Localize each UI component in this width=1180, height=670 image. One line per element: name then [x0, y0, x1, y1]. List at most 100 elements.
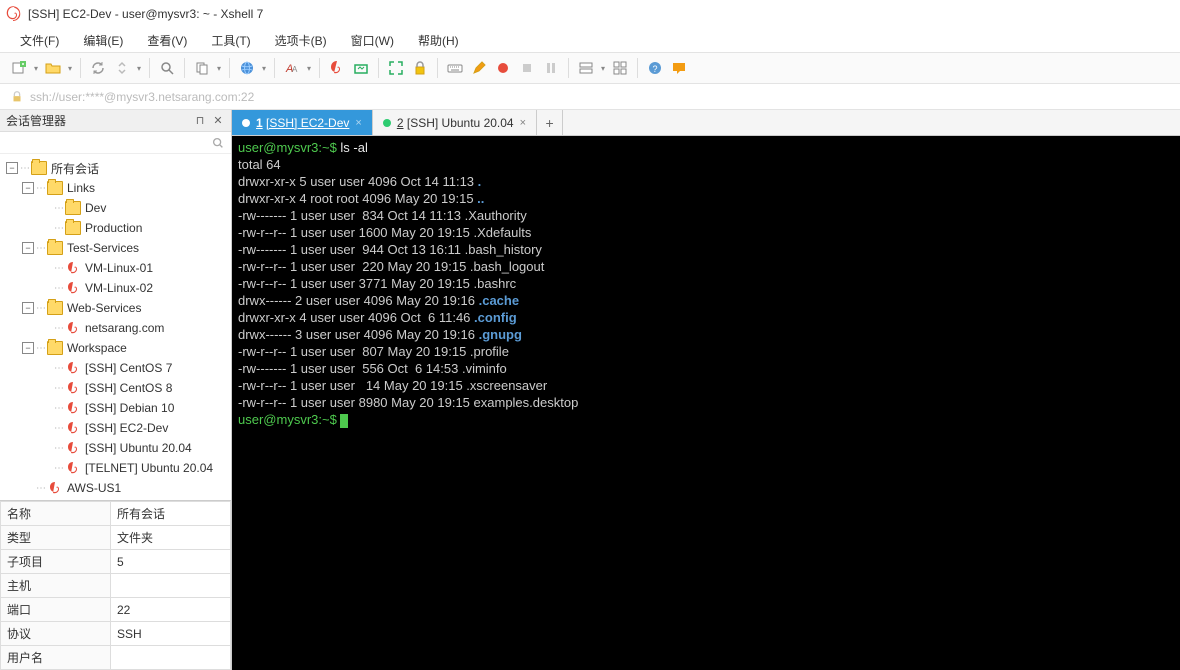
- lock-icon[interactable]: [409, 57, 431, 79]
- tile-grid-icon[interactable]: [609, 57, 631, 79]
- new-session-icon[interactable]: [8, 57, 30, 79]
- dropdown-icon[interactable]: ▾: [305, 64, 313, 73]
- tree-item[interactable]: ⋯[SSH] CentOS 8: [0, 378, 231, 398]
- keyboard-icon[interactable]: [444, 57, 466, 79]
- pin-icon[interactable]: ⊓: [193, 114, 207, 128]
- tab-ec2-dev[interactable]: 1 [SSH] EC2-Dev ×: [232, 110, 373, 135]
- xshell-icon[interactable]: [326, 57, 348, 79]
- prop-value: 22: [111, 598, 231, 622]
- folder-icon: [31, 161, 47, 175]
- tile-horizontal-icon[interactable]: [575, 57, 597, 79]
- tree-root[interactable]: −⋯所有会话: [0, 158, 231, 178]
- toolbar: ▾ ▾ ▾ ▾ ▾ AA ▾ ▾ ?: [0, 52, 1180, 84]
- close-tab-icon[interactable]: ×: [520, 117, 526, 129]
- tree-folder-web[interactable]: −⋯Web-Services: [0, 298, 231, 318]
- svg-text:A: A: [292, 65, 298, 74]
- tree-item[interactable]: ⋯Production: [0, 218, 231, 238]
- dropdown-icon[interactable]: ▾: [599, 64, 607, 73]
- status-dot-icon: [242, 119, 250, 127]
- prop-value: 5: [111, 550, 231, 574]
- tree-item[interactable]: ⋯[SSH] Debian 10: [0, 398, 231, 418]
- search-icon: [211, 136, 225, 150]
- folder-icon: [47, 241, 63, 255]
- globe-icon[interactable]: [236, 57, 258, 79]
- menu-file[interactable]: 文件(F): [10, 30, 69, 51]
- dropdown-icon[interactable]: ▾: [32, 64, 40, 73]
- menu-help[interactable]: 帮助(H): [408, 30, 469, 51]
- tree-item-aws[interactable]: ⋯AWS-US1: [0, 478, 231, 498]
- tree-item[interactable]: ⋯[SSH] Ubuntu 20.04: [0, 438, 231, 458]
- open-folder-icon[interactable]: [42, 57, 64, 79]
- prop-label: 端口: [1, 598, 111, 622]
- dropdown-icon[interactable]: ▾: [135, 64, 143, 73]
- sidebar-search[interactable]: [0, 132, 231, 154]
- terminal[interactable]: user@mysvr3:~$ ls -al total 64 drwxr-xr-…: [232, 136, 1180, 670]
- prop-value: 所有会话: [111, 502, 231, 526]
- session-icon: [65, 440, 81, 456]
- menu-tabs[interactable]: 选项卡(B): [265, 30, 337, 51]
- folder-icon: [47, 301, 63, 315]
- address-bar[interactable]: ssh://user:****@mysvr3.netsarang.com:22: [0, 84, 1180, 110]
- tree-item[interactable]: ⋯[TELNET] Ubuntu 20.04: [0, 458, 231, 478]
- xftp-icon[interactable]: [350, 57, 372, 79]
- tab-ubuntu[interactable]: 2 [SSH] Ubuntu 20.04 ×: [373, 110, 537, 135]
- feedback-icon[interactable]: [668, 57, 690, 79]
- session-icon: [65, 320, 81, 336]
- dropdown-icon[interactable]: ▾: [260, 64, 268, 73]
- tree-item[interactable]: ⋯[SSH] EC2-Dev: [0, 418, 231, 438]
- menu-view[interactable]: 查看(V): [137, 30, 197, 51]
- close-icon[interactable]: ✕: [211, 114, 225, 128]
- session-manager-sidebar: 会话管理器 ⊓ ✕ −⋯所有会话 −⋯Links ⋯Dev ⋯Productio…: [0, 110, 232, 670]
- menu-tools[interactable]: 工具(T): [201, 30, 260, 51]
- tree-folder-test[interactable]: −⋯Test-Services: [0, 238, 231, 258]
- menu-edit[interactable]: 编辑(E): [73, 30, 133, 51]
- sidebar-header: 会话管理器 ⊓ ✕: [0, 110, 231, 132]
- tree-item[interactable]: ⋯netsarang.com: [0, 318, 231, 338]
- dropdown-icon[interactable]: ▾: [215, 64, 223, 73]
- menu-bar: 文件(F) 编辑(E) 查看(V) 工具(T) 选项卡(B) 窗口(W) 帮助(…: [0, 28, 1180, 52]
- session-icon: [65, 380, 81, 396]
- copy-icon[interactable]: [191, 57, 213, 79]
- tree-item[interactable]: ⋯VM-Linux-01: [0, 258, 231, 278]
- font-icon[interactable]: AA: [281, 57, 303, 79]
- properties-grid: 名称所有会话 类型文件夹 子项目5 主机 端口22 协议SSH 用户名: [0, 500, 231, 670]
- highlight-icon[interactable]: [468, 57, 490, 79]
- tree-folder-links[interactable]: −⋯Links: [0, 178, 231, 198]
- help-icon[interactable]: ?: [644, 57, 666, 79]
- menu-window[interactable]: 窗口(W): [341, 30, 404, 51]
- collapse-icon[interactable]: −: [22, 242, 34, 254]
- reconnect-icon[interactable]: [87, 57, 109, 79]
- collapse-icon[interactable]: −: [6, 162, 18, 174]
- session-icon: [47, 480, 63, 496]
- fullscreen-icon[interactable]: [385, 57, 407, 79]
- stop-icon[interactable]: [516, 57, 538, 79]
- folder-icon: [47, 341, 63, 355]
- content-area: 1 [SSH] EC2-Dev × 2 [SSH] Ubuntu 20.04 ×…: [232, 110, 1180, 670]
- close-tab-icon[interactable]: ×: [355, 117, 361, 129]
- tree-item[interactable]: ⋯[SSH] CentOS 7: [0, 358, 231, 378]
- collapse-icon[interactable]: −: [22, 182, 34, 194]
- app-icon: [6, 6, 22, 22]
- collapse-icon[interactable]: −: [22, 342, 34, 354]
- tree-item[interactable]: ⋯Dev: [0, 198, 231, 218]
- pause-icon[interactable]: [540, 57, 562, 79]
- tree-item[interactable]: ⋯VM-Linux-02: [0, 278, 231, 298]
- session-icon: [65, 260, 81, 276]
- address-text: ssh://user:****@mysvr3.netsarang.com:22: [30, 90, 254, 104]
- search-icon[interactable]: [156, 57, 178, 79]
- folder-icon: [47, 181, 63, 195]
- record-icon[interactable]: [492, 57, 514, 79]
- title-bar: [SSH] EC2-Dev - user@mysvr3: ~ - Xshell …: [0, 0, 1180, 28]
- session-icon: [65, 460, 81, 476]
- prop-label: 用户名: [1, 646, 111, 670]
- lock-icon: [10, 90, 24, 104]
- folder-icon: [65, 221, 81, 235]
- tree-folder-workspace[interactable]: −⋯Workspace: [0, 338, 231, 358]
- add-tab-button[interactable]: +: [537, 110, 563, 135]
- prop-label: 主机: [1, 574, 111, 598]
- disconnect-icon[interactable]: [111, 57, 133, 79]
- prop-label: 名称: [1, 502, 111, 526]
- dropdown-icon[interactable]: ▾: [66, 64, 74, 73]
- prop-value: [111, 646, 231, 670]
- collapse-icon[interactable]: −: [22, 302, 34, 314]
